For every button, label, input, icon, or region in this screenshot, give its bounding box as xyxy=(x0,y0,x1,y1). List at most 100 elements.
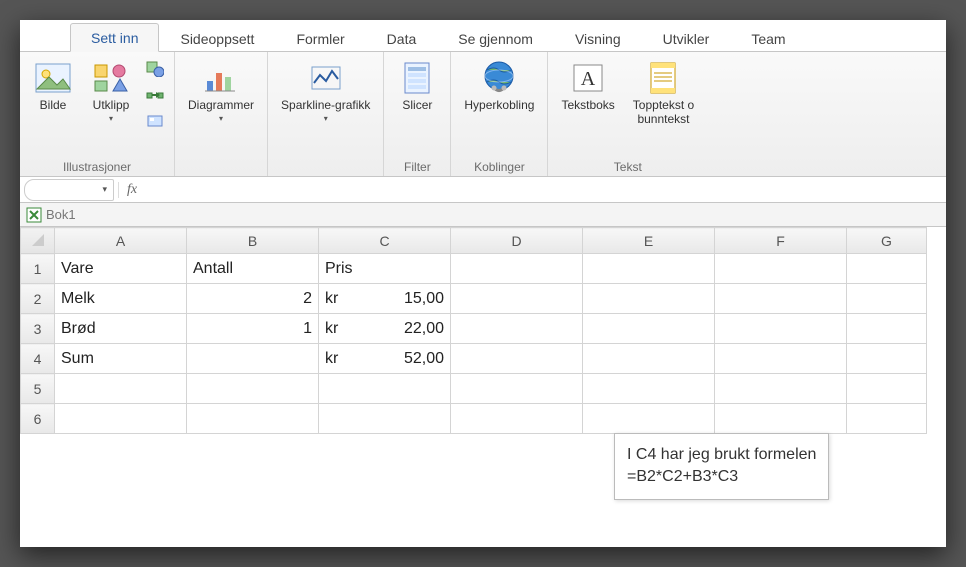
slicer-button[interactable]: Slicer xyxy=(390,56,444,116)
cell[interactable] xyxy=(451,314,583,344)
cell[interactable] xyxy=(715,404,847,434)
tab-formler[interactable]: Formler xyxy=(275,24,365,52)
shapes-icon xyxy=(146,61,164,80)
excel-doc-icon xyxy=(26,207,42,223)
tab-data[interactable]: Data xyxy=(366,24,438,52)
tab-label: Se gjennom xyxy=(458,31,533,47)
cell[interactable]: Brød xyxy=(55,314,187,344)
smartart-button[interactable] xyxy=(142,84,168,108)
cell[interactable]: 1 xyxy=(187,314,319,344)
cell[interactable]: kr52,00 xyxy=(319,344,451,374)
col-header-E[interactable]: E xyxy=(583,228,715,254)
row-header[interactable]: 5 xyxy=(21,374,55,404)
sparkline-button[interactable]: Sparkline-grafikk xyxy=(274,56,377,126)
cell[interactable] xyxy=(583,374,715,404)
cell[interactable] xyxy=(715,374,847,404)
cell[interactable] xyxy=(847,344,927,374)
cell[interactable] xyxy=(583,314,715,344)
cell[interactable] xyxy=(451,374,583,404)
header-footer-icon xyxy=(644,59,682,97)
cell[interactable]: Sum xyxy=(55,344,187,374)
cell[interactable]: Pris xyxy=(319,254,451,284)
slicer-icon xyxy=(398,59,436,97)
tab-sett-inn[interactable]: Sett inn xyxy=(70,23,159,52)
group-tekst: A Tekstboks Topptekst o bunntekst Tekst xyxy=(548,52,707,176)
cell[interactable]: 2 xyxy=(187,284,319,314)
col-header-F[interactable]: F xyxy=(715,228,847,254)
topptekst-button[interactable]: Topptekst o bunntekst xyxy=(626,56,701,130)
tab-visning[interactable]: Visning xyxy=(554,24,642,52)
cell[interactable] xyxy=(187,374,319,404)
col-header-D[interactable]: D xyxy=(451,228,583,254)
button-label: Slicer xyxy=(402,99,432,113)
cell[interactable]: kr22,00 xyxy=(319,314,451,344)
cell[interactable] xyxy=(319,404,451,434)
formula-input[interactable] xyxy=(145,179,946,201)
col-header-G[interactable]: G xyxy=(847,228,927,254)
col-header-B[interactable]: B xyxy=(187,228,319,254)
fx-icon[interactable]: fx xyxy=(118,182,145,198)
group-illustrasjoner: Bilde Utklipp xyxy=(20,52,175,176)
col-header-C[interactable]: C xyxy=(319,228,451,254)
cell[interactable] xyxy=(847,254,927,284)
cell[interactable] xyxy=(847,284,927,314)
workbook-tab[interactable]: Bok1 xyxy=(20,203,946,227)
name-box[interactable] xyxy=(24,179,114,201)
cell[interactable] xyxy=(451,284,583,314)
cell[interactable] xyxy=(715,314,847,344)
cell[interactable] xyxy=(583,344,715,374)
globe-link-icon xyxy=(480,59,518,97)
row-header[interactable]: 3 xyxy=(21,314,55,344)
cell[interactable] xyxy=(715,254,847,284)
app-window: Sett inn Sideoppsett Formler Data Se gje… xyxy=(20,20,946,547)
group-sparkline: Sparkline-grafikk xyxy=(268,52,384,176)
cell[interactable] xyxy=(583,254,715,284)
tab-team[interactable]: Team xyxy=(730,24,806,52)
bilde-button[interactable]: Bilde xyxy=(26,56,80,116)
picture-icon xyxy=(34,59,72,97)
cell[interactable] xyxy=(583,404,715,434)
select-all-corner[interactable] xyxy=(21,228,55,254)
cell[interactable]: Melk xyxy=(55,284,187,314)
cell[interactable]: Antall xyxy=(187,254,319,284)
row-header[interactable]: 6 xyxy=(21,404,55,434)
cell[interactable] xyxy=(583,284,715,314)
col-header-A[interactable]: A xyxy=(55,228,187,254)
cell[interactable] xyxy=(451,344,583,374)
utklipp-button[interactable]: Utklipp xyxy=(84,56,138,126)
cell[interactable] xyxy=(55,404,187,434)
cell[interactable] xyxy=(319,374,451,404)
cell[interactable] xyxy=(847,404,927,434)
cell[interactable] xyxy=(451,404,583,434)
diagrammer-button[interactable]: Diagrammer xyxy=(181,56,261,126)
button-label: Diagrammer xyxy=(188,99,254,113)
hyperkobling-button[interactable]: Hyperkobling xyxy=(457,56,541,116)
button-label: Sparkline-grafikk xyxy=(281,99,370,113)
row-header[interactable]: 4 xyxy=(21,344,55,374)
spreadsheet-grid[interactable]: A B C D E F G 1VareAntallPris2Melk2kr15,… xyxy=(20,227,946,434)
ribbon: Bilde Utklipp xyxy=(20,52,946,177)
tab-utvikler[interactable]: Utvikler xyxy=(642,24,731,52)
cell[interactable]: Vare xyxy=(55,254,187,284)
tab-se-gjennom[interactable]: Se gjennom xyxy=(437,24,554,52)
row-header[interactable]: 2 xyxy=(21,284,55,314)
cell[interactable]: kr15,00 xyxy=(319,284,451,314)
comment-line: =B2*C2+B3*C3 xyxy=(627,466,816,488)
row-header[interactable]: 1 xyxy=(21,254,55,284)
cell[interactable] xyxy=(847,314,927,344)
comment-box: I C4 har jeg brukt formelen =B2*C2+B3*C3 xyxy=(614,433,829,500)
cell[interactable] xyxy=(55,374,187,404)
tekstboks-button[interactable]: A Tekstboks xyxy=(554,56,621,116)
svg-text:A: A xyxy=(581,68,596,90)
cell[interactable] xyxy=(847,374,927,404)
cell[interactable] xyxy=(187,404,319,434)
tab-sideoppsett[interactable]: Sideoppsett xyxy=(159,24,275,52)
screenshot-button[interactable] xyxy=(142,110,168,134)
group-koblinger: Hyperkobling Koblinger xyxy=(451,52,548,176)
tab-label: Visning xyxy=(575,31,621,47)
cell[interactable] xyxy=(715,284,847,314)
cell[interactable] xyxy=(451,254,583,284)
cell[interactable] xyxy=(715,344,847,374)
cell[interactable] xyxy=(187,344,319,374)
shapes-button[interactable] xyxy=(142,58,168,82)
